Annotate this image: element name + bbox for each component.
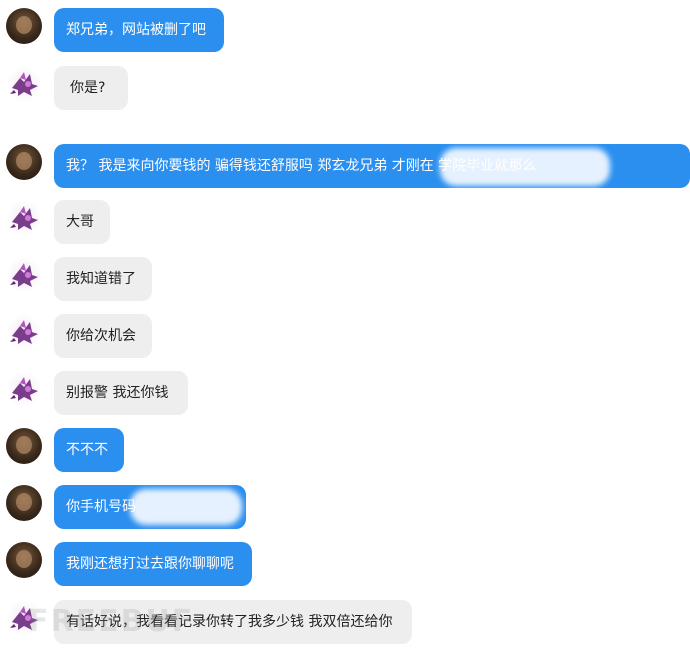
message-row: 我？ 我是来向你要钱的 骗得钱还舒服吗 郑玄龙兄弟 才刚在 学院毕业就那么 bbox=[0, 144, 690, 188]
dragon-icon bbox=[10, 377, 38, 401]
dragon-icon bbox=[10, 263, 38, 287]
message-bubble-contact[interactable]: 别报警 我还你钱 bbox=[54, 371, 188, 415]
avatar-me[interactable] bbox=[6, 428, 42, 464]
redaction-blur bbox=[440, 148, 610, 186]
redaction-blur bbox=[130, 489, 242, 525]
message-row: 大哥 bbox=[0, 200, 690, 244]
dragon-icon bbox=[10, 320, 38, 344]
message-row: 我刚还想打过去跟你聊聊呢 bbox=[0, 542, 690, 586]
message-bubble-me[interactable]: 郑兄弟，网站被删了吧 bbox=[54, 8, 224, 52]
message-bubble-me[interactable]: 我刚还想打过去跟你聊聊呢 bbox=[54, 542, 252, 586]
avatar-me[interactable] bbox=[6, 542, 42, 578]
avatar-contact[interactable] bbox=[6, 314, 42, 350]
avatar-me[interactable] bbox=[6, 144, 42, 180]
dragon-icon bbox=[10, 206, 38, 230]
message-row: 我知道错了 bbox=[0, 257, 690, 301]
message-row: 郑兄弟，网站被删了吧 bbox=[0, 8, 690, 52]
message-row: 你手机号码 bbox=[0, 485, 690, 529]
avatar-contact[interactable] bbox=[6, 371, 42, 407]
dragon-icon bbox=[10, 72, 38, 96]
avatar-me[interactable] bbox=[6, 8, 42, 44]
watermark: FREEBUF bbox=[28, 604, 195, 639]
message-bubble-contact[interactable]: 我知道错了 bbox=[54, 257, 152, 301]
message-row: 你是? bbox=[0, 66, 690, 110]
avatar-contact[interactable] bbox=[6, 257, 42, 293]
chat-conversation: 郑兄弟，网站被删了吧 你是? 我？ 我是来向你要钱的 骗得钱还舒服吗 郑玄龙兄弟… bbox=[0, 0, 690, 650]
avatar-me[interactable] bbox=[6, 485, 42, 521]
message-bubble-contact[interactable]: 你是? bbox=[54, 66, 128, 110]
avatar-contact[interactable] bbox=[6, 66, 42, 102]
message-bubble-contact[interactable]: 你给次机会 bbox=[54, 314, 152, 358]
avatar-contact[interactable] bbox=[6, 200, 42, 236]
message-row: 不不不 bbox=[0, 428, 690, 472]
message-bubble-me[interactable]: 不不不 bbox=[54, 428, 124, 472]
message-row: 你给次机会 bbox=[0, 314, 690, 358]
message-bubble-contact[interactable]: 大哥 bbox=[54, 200, 110, 244]
message-row: 别报警 我还你钱 bbox=[0, 371, 690, 415]
